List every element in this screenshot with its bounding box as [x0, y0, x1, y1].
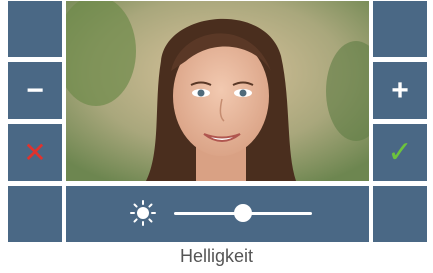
cancel-button[interactable]: ✕	[8, 124, 62, 181]
video-image	[66, 1, 369, 181]
brightness-bar	[66, 186, 369, 242]
right-bottom-button[interactable]	[373, 186, 427, 242]
brightness-slider-handle[interactable]	[234, 204, 252, 222]
close-icon: ✕	[23, 136, 47, 168]
increase-button[interactable]: +	[373, 62, 427, 119]
setting-label: Helligkeit	[179, 246, 254, 266]
sun-icon	[130, 200, 156, 226]
minus-icon: −	[26, 73, 44, 107]
checkmark-icon: ✓	[387, 135, 413, 169]
video-feed	[66, 1, 369, 181]
left-bottom-button[interactable]	[8, 186, 62, 242]
confirm-button[interactable]: ✓	[373, 124, 427, 181]
plus-icon: +	[391, 73, 409, 107]
left-top-button[interactable]	[8, 1, 62, 57]
monitor-screen: − ✕ + ✓	[8, 1, 427, 242]
decrease-button[interactable]: −	[8, 62, 62, 119]
right-top-button[interactable]	[373, 1, 427, 57]
